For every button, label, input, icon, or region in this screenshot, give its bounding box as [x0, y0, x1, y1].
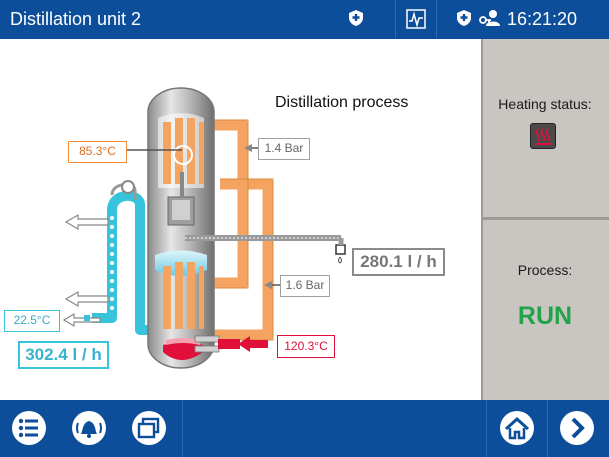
distillate-flow-value: 280.1 l / h — [352, 248, 445, 276]
menu-icon[interactable] — [10, 409, 48, 447]
heating-temperature-value: 120.3°C — [277, 335, 335, 358]
clock: 16:21:20 — [507, 9, 578, 29]
trend-chart-icon — [406, 9, 426, 29]
app-title: Distillation unit 2 — [10, 9, 142, 29]
diagram-title: Distillation process — [275, 94, 409, 111]
windows-icon[interactable] — [130, 409, 168, 447]
process-state: RUN — [517, 302, 573, 330]
top-temperature-value: 85.3°C — [68, 141, 127, 163]
heating-icon — [535, 128, 551, 145]
user-key-icon[interactable] — [478, 9, 502, 27]
heating-status-label: Heating status: — [498, 96, 592, 112]
alarm-bell-icon[interactable] — [70, 409, 108, 447]
process-diagram: Distillation process 85.3°C 1.4 Bar 1.6 … — [0, 39, 481, 400]
home-icon[interactable] — [498, 409, 536, 447]
bottom-separator — [547, 400, 548, 457]
alarm-shield-icon[interactable] — [455, 9, 473, 27]
outlet-arrows — [62, 213, 109, 328]
heating-status-indicator[interactable] — [530, 123, 556, 149]
bottom-separator — [486, 400, 487, 457]
sump-heater — [163, 335, 220, 360]
status-panel: Heating status: Process: RUN — [481, 39, 609, 400]
next-icon[interactable] — [558, 409, 596, 447]
bottom-separator — [182, 400, 183, 457]
cooling-flow-value: 302.4 l / h — [18, 341, 109, 369]
trend-button[interactable] — [395, 0, 437, 39]
panel-divider — [481, 217, 609, 220]
header-bar: Distillation unit 2 16:21:20 — [0, 0, 609, 39]
process-label: Process: — [517, 262, 573, 278]
cooling-temperature-value: 22.5°C — [4, 310, 60, 332]
mid-pressure-value: 1.6 Bar — [280, 275, 330, 297]
alarm-shield-icon[interactable] — [347, 9, 365, 27]
top-pressure-value: 1.4 Bar — [258, 138, 310, 160]
bottom-bar — [0, 400, 609, 457]
